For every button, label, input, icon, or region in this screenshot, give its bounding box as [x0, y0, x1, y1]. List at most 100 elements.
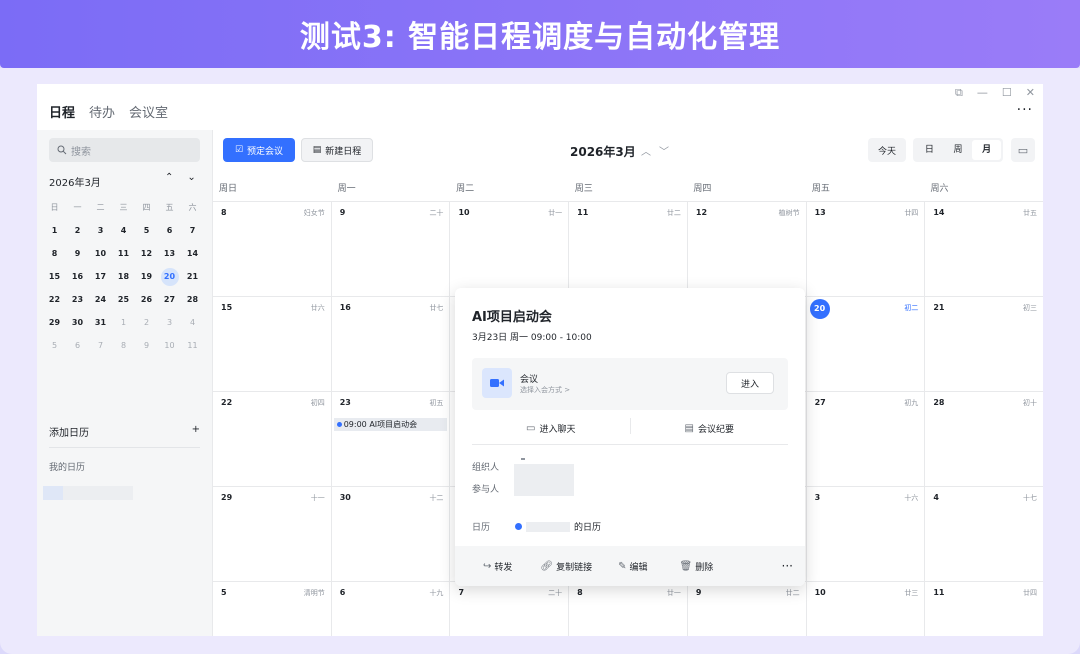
maximize-icon[interactable]: ☐	[1002, 86, 1012, 100]
day-cell[interactable]: 29 十一	[213, 487, 332, 581]
mini-day[interactable]: 2	[135, 318, 158, 327]
day-cell[interactable]: 23 初五 09:00 AI项目启动会	[332, 392, 451, 486]
mini-day[interactable]: 3	[158, 318, 181, 327]
forward-button[interactable]: ↪ 转发	[483, 560, 512, 573]
meeting-minutes-button[interactable]: ▤ 会议纪要	[631, 418, 789, 438]
mini-day[interactable]: 18	[112, 272, 135, 281]
mini-day[interactable]: 8	[43, 249, 66, 258]
mini-day[interactable]: 11	[181, 341, 204, 350]
day-cell[interactable]: 4 十七	[925, 487, 1043, 581]
day-cell[interactable]: 11 廿四	[925, 582, 1043, 636]
day-cell[interactable]: 11 廿二	[569, 202, 688, 296]
mini-day[interactable]: 2	[66, 226, 89, 235]
view-day[interactable]: 日	[915, 140, 944, 160]
day-cell[interactable]: 20 初二	[807, 297, 926, 391]
mini-day[interactable]: 13	[158, 249, 181, 258]
tab-meeting-room[interactable]: 会议室	[129, 102, 168, 121]
day-cell[interactable]: 8 妇女节	[213, 202, 332, 296]
copy-link-button[interactable]: 🔗︎ 复制链接	[540, 560, 592, 573]
edit-button[interactable]: ✎ 编辑	[618, 560, 647, 573]
mini-day[interactable]: 26	[135, 295, 158, 304]
book-meeting-button[interactable]: ☑ 预定会议	[223, 138, 295, 162]
mini-day[interactable]: 11	[112, 249, 135, 258]
mini-day[interactable]: 22	[43, 295, 66, 304]
mini-day[interactable]: 14	[181, 249, 204, 258]
mini-day[interactable]: 1	[112, 318, 135, 327]
mini-day[interactable]: 17	[89, 272, 112, 281]
chevron-down-icon[interactable]: ⌄	[187, 172, 195, 183]
today-button[interactable]: 今天	[868, 138, 906, 162]
mini-day[interactable]: 9	[66, 249, 89, 258]
restore-icon[interactable]: ⧉	[955, 86, 963, 100]
day-cell[interactable]: 9 廿二	[688, 582, 807, 636]
day-cell[interactable]: 10 廿三	[807, 582, 926, 636]
view-month[interactable]: 月	[972, 140, 1002, 160]
day-cell[interactable]: 3 十六	[807, 487, 926, 581]
mini-day[interactable]: 5	[135, 226, 158, 235]
day-cell[interactable]: 5 清明节	[213, 582, 332, 636]
minimize-icon[interactable]: —	[977, 86, 988, 100]
join-method-link[interactable]: 选择入会方式 >	[520, 385, 570, 395]
enter-meeting-button[interactable]: 进入	[726, 372, 774, 394]
mini-day[interactable]: 10	[89, 249, 112, 258]
day-cell[interactable]: 28 初十	[925, 392, 1043, 486]
mini-day[interactable]: 3	[89, 226, 112, 235]
day-cell[interactable]: 9 二十	[332, 202, 451, 296]
calendar-owner[interactable]: 的日历	[515, 520, 601, 533]
search-input[interactable]: 搜索	[49, 138, 200, 162]
mini-day[interactable]: 1	[43, 226, 66, 235]
more-actions-icon[interactable]: ···	[782, 559, 793, 573]
day-cell[interactable]: 6 十九	[332, 582, 451, 636]
day-cell[interactable]: 13 廿四	[807, 202, 926, 296]
mini-day[interactable]: 7	[181, 226, 204, 235]
day-cell[interactable]: 30 十二	[332, 487, 451, 581]
mini-day[interactable]: 20	[158, 267, 181, 286]
mini-day[interactable]: 23	[66, 295, 89, 304]
view-week[interactable]: 周	[944, 140, 973, 160]
day-cell[interactable]: 16 廿七	[332, 297, 451, 391]
new-event-button[interactable]: ▤ 新建日程	[301, 138, 373, 162]
day-cell[interactable]: 27 初九	[807, 392, 926, 486]
mini-day[interactable]: 27	[158, 295, 181, 304]
mini-day[interactable]: 15	[43, 272, 66, 281]
mini-day[interactable]: 5	[43, 341, 66, 350]
next-month-icon[interactable]: ﹀	[659, 143, 669, 158]
tab-schedule[interactable]: 日程	[49, 102, 75, 121]
delete-button[interactable]: 🗑︎ 删除	[680, 560, 714, 573]
mini-day[interactable]: 6	[66, 341, 89, 350]
mini-day[interactable]: 4	[181, 318, 204, 327]
close-icon[interactable]: ✕	[1026, 86, 1035, 100]
day-cell[interactable]: 7 二十	[450, 582, 570, 636]
mini-day[interactable]: 9	[135, 341, 158, 350]
day-cell[interactable]: 8 廿一	[569, 582, 688, 636]
day-cell[interactable]: 14 廿五	[925, 202, 1043, 296]
mini-day[interactable]: 21	[181, 272, 204, 281]
day-cell[interactable]: 22 初四	[213, 392, 332, 486]
event-chip[interactable]: 09:00 AI项目启动会	[333, 418, 448, 431]
mini-day[interactable]: 8	[112, 341, 135, 350]
mini-day[interactable]: 16	[66, 272, 89, 281]
plus-icon[interactable]: +	[192, 424, 200, 439]
mini-day[interactable]: 4	[112, 226, 135, 235]
mini-day[interactable]: 10	[158, 341, 181, 350]
day-cell[interactable]: 12 植树节	[688, 202, 807, 296]
day-cell[interactable]: 21 初三	[925, 297, 1043, 391]
mini-day[interactable]: 6	[158, 226, 181, 235]
more-menu-icon[interactable]: ···	[1017, 102, 1033, 118]
enter-chat-button[interactable]: ▭ 进入聊天	[472, 418, 630, 438]
day-cell[interactable]: 10 廿一	[450, 202, 570, 296]
mini-day[interactable]: 7	[89, 341, 112, 350]
prev-month-icon[interactable]: ︿	[641, 143, 651, 158]
mini-day[interactable]: 29	[43, 318, 66, 327]
mini-day[interactable]: 12	[135, 249, 158, 258]
tab-todo[interactable]: 待办	[89, 102, 115, 121]
day-cell[interactable]: 15 廿六	[213, 297, 332, 391]
calendar-panel-icon[interactable]: ▭	[1011, 138, 1035, 162]
mini-day[interactable]: 30	[66, 318, 89, 327]
add-calendar[interactable]: 添加日历 +	[49, 424, 200, 448]
mini-day[interactable]: 31	[89, 318, 112, 327]
chevron-up-icon[interactable]: ⌃	[165, 172, 173, 183]
mini-day[interactable]: 25	[112, 295, 135, 304]
mini-day[interactable]: 28	[181, 295, 204, 304]
mini-day[interactable]: 19	[135, 272, 158, 281]
